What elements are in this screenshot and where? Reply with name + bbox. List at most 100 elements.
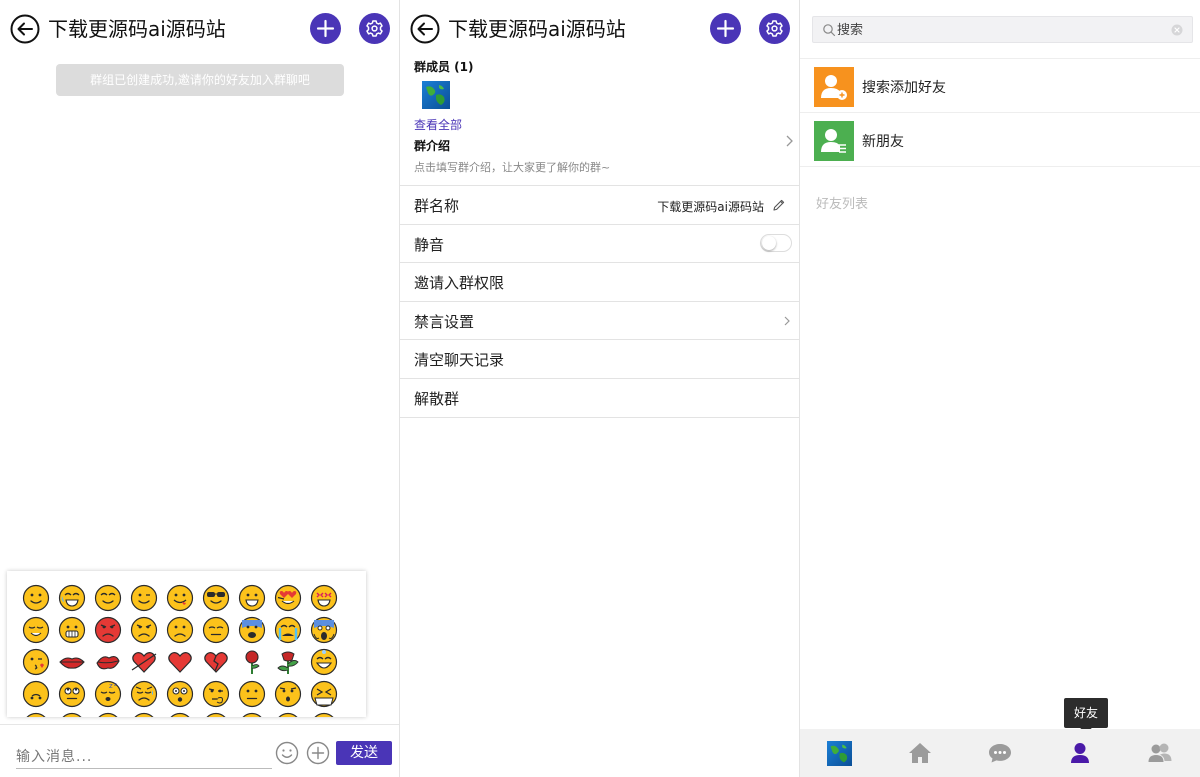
emoji-icon: [278, 712, 298, 717]
emoji-item[interactable]: [165, 711, 195, 717]
emoji-item[interactable]: [129, 711, 159, 717]
chevron-right-icon[interactable]: [783, 134, 795, 148]
emoji-item[interactable]: [201, 647, 231, 677]
emoji-item[interactable]: [165, 583, 195, 613]
emoji-item[interactable]: [21, 711, 51, 717]
member-avatar[interactable]: [422, 81, 450, 109]
nav-friends[interactable]: [1040, 729, 1120, 777]
pencil-icon[interactable]: [772, 198, 786, 212]
emoji-item[interactable]: [309, 583, 339, 613]
view-all-members-link[interactable]: 查看全部: [414, 116, 462, 133]
emoji-icon: [96, 655, 120, 670]
page-title: 下载更源码ai源码站: [448, 17, 626, 41]
search-input[interactable]: [837, 20, 1157, 40]
group-created-notice: 群组已创建成功,邀请你的好友加入群聊吧: [56, 64, 344, 96]
emoji-item[interactable]: [273, 615, 303, 645]
emoji-item[interactable]: [129, 679, 159, 709]
add-button[interactable]: [310, 13, 341, 44]
settings-button[interactable]: [359, 13, 390, 44]
emoji-item[interactable]: [237, 647, 267, 677]
add-button[interactable]: [710, 13, 741, 44]
group-name-row[interactable]: 群名称 下载更源码ai源码站: [400, 186, 799, 225]
emoji-item[interactable]: [309, 615, 339, 645]
send-button[interactable]: 发送: [336, 741, 392, 765]
dismiss-group-row[interactable]: 解散群: [400, 379, 799, 418]
emoji-item[interactable]: [309, 679, 339, 709]
emoji-icon: [166, 616, 194, 644]
emoji-icon: [314, 712, 334, 717]
emoji-button[interactable]: [275, 741, 299, 765]
message-input-bar: 发送: [0, 724, 399, 777]
dismiss-group-label: 解散群: [414, 389, 460, 408]
emoji-icon: [274, 616, 302, 644]
invite-permission-row[interactable]: 邀请入群权限: [400, 263, 799, 302]
emoji-item[interactable]: [237, 615, 267, 645]
emoji-icon: [98, 712, 118, 717]
emoji-item[interactable]: [165, 615, 195, 645]
emoji-icon: [130, 680, 158, 708]
emoji-item[interactable]: [201, 679, 231, 709]
mute-label: 静音: [414, 235, 445, 254]
emoji-item[interactable]: [129, 583, 159, 613]
emoji-item[interactable]: [201, 583, 231, 613]
emoji-icon: [204, 652, 228, 673]
emoji-item[interactable]: [57, 647, 87, 677]
emoji-item[interactable]: [165, 647, 195, 677]
clear-icon[interactable]: [1171, 24, 1183, 36]
mute-toggle[interactable]: [760, 233, 792, 252]
emoji-item[interactable]: [309, 647, 339, 677]
emoji-item[interactable]: [237, 679, 267, 709]
emoji-item[interactable]: [57, 583, 87, 613]
emoji-item[interactable]: [273, 647, 303, 677]
emoji-icon: [58, 584, 86, 612]
emoji-item[interactable]: [21, 647, 51, 677]
emoji-item[interactable]: [21, 615, 51, 645]
message-input[interactable]: [16, 745, 272, 769]
more-button[interactable]: [306, 741, 330, 765]
nav-messages[interactable]: [960, 729, 1040, 777]
emoji-item[interactable]: [237, 711, 267, 717]
new-friends-row[interactable]: 新朋友: [800, 113, 1200, 167]
emoji-icon: [26, 712, 46, 717]
clear-history-row[interactable]: 清空聊天记录: [400, 340, 799, 379]
emoji-item[interactable]: [21, 679, 51, 709]
emoji-item[interactable]: [309, 711, 339, 717]
toggle-knob: [762, 235, 776, 250]
emoji-item[interactable]: [273, 583, 303, 613]
emoji-item[interactable]: [129, 615, 159, 645]
earth-avatar-icon: [422, 81, 450, 109]
emoji-item[interactable]: zz: [93, 679, 123, 709]
emoji-icon: [170, 712, 190, 717]
group-intro-title[interactable]: 群介绍: [414, 137, 450, 154]
back-button[interactable]: [10, 14, 40, 44]
ban-settings-row[interactable]: 禁言设置: [400, 302, 799, 341]
emoji-item[interactable]: [93, 583, 123, 613]
emoji-icon: [274, 584, 302, 612]
home-icon: [909, 743, 931, 763]
emoji-item[interactable]: [129, 647, 159, 677]
emoji-item[interactable]: [237, 583, 267, 613]
emoji-item[interactable]: [21, 583, 51, 613]
emoji-item[interactable]: [93, 615, 123, 645]
nav-home[interactable]: [880, 729, 960, 777]
emoji-item[interactable]: [201, 615, 231, 645]
add-friend-row[interactable]: 搜索添加好友: [800, 59, 1200, 113]
emoji-item[interactable]: [201, 711, 231, 717]
emoji-item[interactable]: [57, 711, 87, 717]
emoji-icon: [202, 616, 230, 644]
emoji-item[interactable]: [57, 679, 87, 709]
gear-icon: [366, 20, 383, 37]
emoji-icon: [202, 584, 230, 612]
emoji-icon: [238, 616, 266, 644]
emoji-item[interactable]: [93, 647, 123, 677]
emoji-icon: [22, 584, 50, 612]
emoji-item[interactable]: [93, 711, 123, 717]
emoji-item[interactable]: [57, 615, 87, 645]
emoji-item[interactable]: [273, 711, 303, 717]
emoji-item[interactable]: [165, 679, 195, 709]
back-button[interactable]: [410, 14, 440, 44]
nav-avatar[interactable]: [800, 729, 880, 777]
nav-groups[interactable]: [1120, 729, 1200, 777]
emoji-item[interactable]: [273, 679, 303, 709]
settings-button[interactable]: [759, 13, 790, 44]
